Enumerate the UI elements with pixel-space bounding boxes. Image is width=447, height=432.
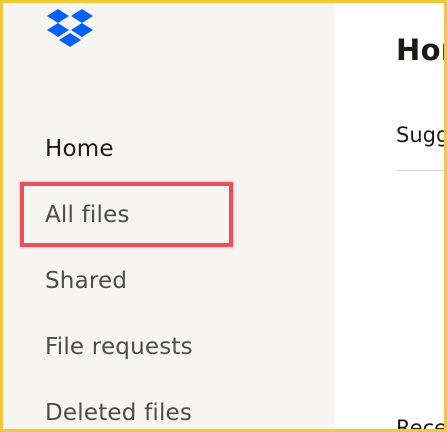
main-content: Hor Sugg Rece	[334, 3, 444, 429]
sidebar-item-all-files[interactable]: All files	[45, 204, 130, 227]
divider	[396, 170, 444, 171]
suggested-section-heading: Sugg	[396, 123, 447, 147]
dropbox-logo-icon[interactable]	[45, 9, 95, 51]
sidebar-item-file-requests[interactable]: File requests	[45, 336, 193, 359]
sidebar-item-shared[interactable]: Shared	[45, 270, 127, 293]
recent-section-heading: Rece	[396, 416, 447, 432]
app-window: Home All files Shared File requests Dele…	[0, 0, 447, 432]
sidebar-item-home[interactable]: Home	[45, 138, 114, 161]
sidebar-item-deleted-files[interactable]: Deleted files	[45, 402, 192, 425]
page-title: Hor	[396, 33, 444, 67]
sidebar: Home All files Shared File requests Dele…	[3, 3, 334, 429]
